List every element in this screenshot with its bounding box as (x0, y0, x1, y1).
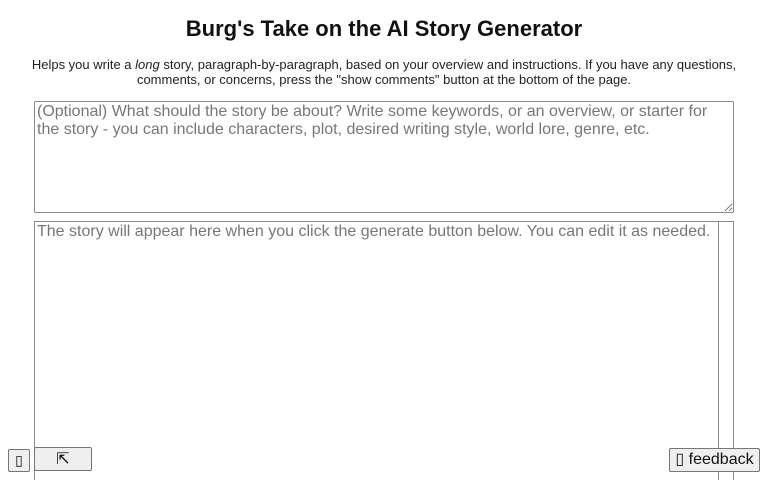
page-title: Burg's Take on the AI Story Generator (185, 16, 583, 41)
feedback-icon: ▯ (675, 451, 685, 468)
tool-panel-button[interactable]: ▯ (8, 449, 30, 472)
panel-icon: ▯ (15, 452, 23, 468)
feedback-button[interactable]: ▯ feedback (669, 448, 760, 472)
page: Burg's Take on the AI Story Generator He… (0, 0, 768, 480)
minimize-arrow-icon: ⇱ (56, 451, 70, 468)
intro-text: Helps you write a long story, paragraph-… (14, 57, 754, 87)
minimize-button[interactable]: ⇱ (34, 447, 92, 471)
intro-text-start: Helps you write a (31, 57, 136, 72)
story-output-container (34, 221, 734, 480)
intro-text-end: story, paragraph-by-paragraph, based on … (136, 57, 737, 87)
story-output-textarea[interactable] (35, 222, 719, 480)
feedback-label: feedback (688, 451, 754, 468)
intro-text-emphasis: long (135, 57, 160, 72)
story-overview-input[interactable] (34, 101, 734, 213)
